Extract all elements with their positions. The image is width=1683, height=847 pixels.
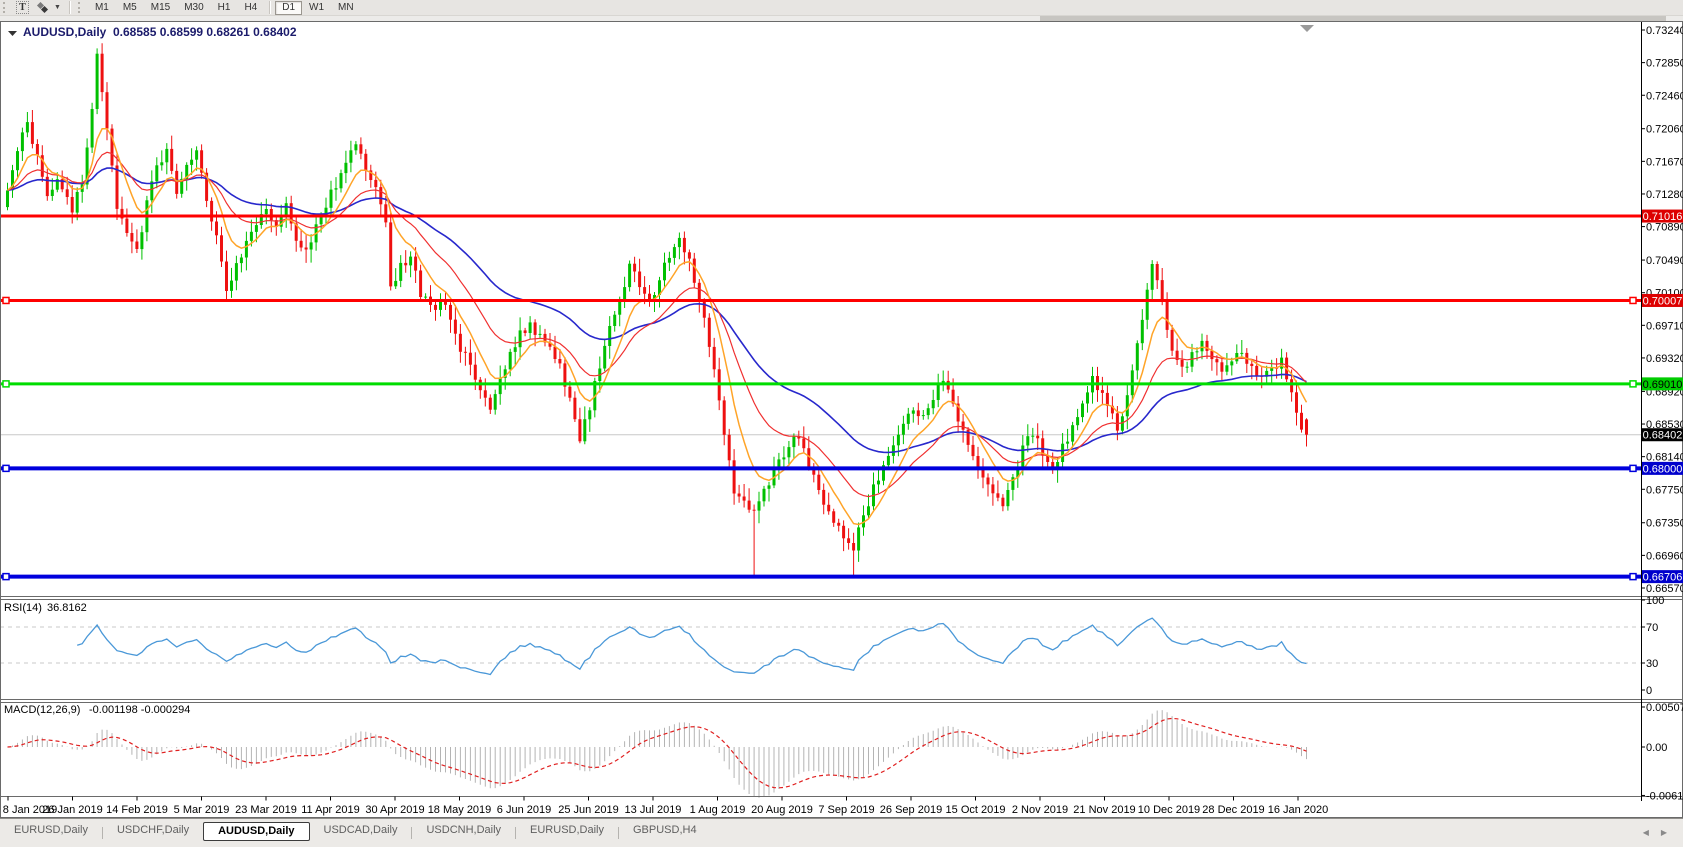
date-axis-label: 2 Nov 2019 bbox=[1012, 804, 1068, 816]
tab-eurusd-daily[interactable]: EURUSD,Daily bbox=[516, 822, 618, 839]
rsi-indicator-label: RSI(14) bbox=[4, 602, 42, 614]
price-axis-label: 0.69710 bbox=[1646, 320, 1683, 332]
chart-tabs: EURUSD,DailyUSDCHF,DailyAUDUSD,DailyUSDC… bbox=[0, 819, 711, 841]
tab-usdcad-daily[interactable]: USDCAD,Daily bbox=[310, 822, 412, 839]
price-axis-label: 0.72850 bbox=[1646, 58, 1683, 70]
price-axis-label: 0.70890 bbox=[1646, 222, 1683, 234]
text-tool-icon: T bbox=[16, 1, 29, 14]
price-axis-label: 0.69320 bbox=[1646, 353, 1683, 365]
macd-indicator-values: -0.001198 -0.000294 bbox=[89, 704, 190, 716]
date-axis-label: 23 Mar 2019 bbox=[235, 804, 297, 816]
date-axis-label: 30 Apr 2019 bbox=[365, 804, 424, 816]
hline-price-tag-text: 0.68000 bbox=[1643, 463, 1683, 475]
hline-price-tag-text: 0.66706 bbox=[1643, 572, 1683, 584]
rsi-axis-label: 0 bbox=[1646, 685, 1652, 697]
toolbar-separator bbox=[269, 1, 270, 14]
macd-axis-label: 0.00 bbox=[1646, 742, 1667, 754]
hline-handle[interactable] bbox=[1630, 465, 1636, 471]
price-axis-label: 0.68140 bbox=[1646, 452, 1683, 464]
text-tool-button[interactable]: T bbox=[13, 1, 32, 15]
price-axis-label: 0.66570 bbox=[1646, 583, 1683, 595]
chart-generated-graphics: 0.73240 0.72850 0.72460 0.72060 0.71670 0.712… bbox=[0, 21, 1683, 818]
hline-price-tag-text: 0.70007 bbox=[1643, 295, 1683, 307]
date-axis-label: 25 Jun 2019 bbox=[558, 804, 619, 816]
price-axis-label: 0.66960 bbox=[1646, 550, 1683, 562]
price-axis-label: 0.72060 bbox=[1646, 124, 1683, 136]
date-axis-label: 20 Aug 2019 bbox=[751, 804, 813, 816]
price-axis-label: 0.72460 bbox=[1646, 90, 1683, 102]
tabs-scroll-right-icon[interactable]: ▶ bbox=[1661, 828, 1667, 837]
hline-price-tag-text: 0.71016 bbox=[1643, 211, 1683, 223]
date-axis-label: 28 Dec 2019 bbox=[1202, 804, 1264, 816]
date-axis-label: 15 Oct 2019 bbox=[946, 804, 1006, 816]
price-axis-label: 0.67750 bbox=[1646, 484, 1683, 496]
date-axis-label: 1 Aug 2019 bbox=[690, 804, 746, 816]
arrows-tool-icon bbox=[35, 2, 50, 14]
timeframe-button-w1[interactable]: W1 bbox=[302, 1, 331, 15]
rsi-axis-label: 100 bbox=[1646, 595, 1664, 607]
tabs-scroll-left-icon[interactable]: ◀ bbox=[1643, 828, 1649, 837]
timeframe-button-h4[interactable]: H4 bbox=[237, 1, 264, 15]
timeframe-button-m15[interactable]: M15 bbox=[144, 1, 177, 15]
dropdown-arrow-icon: ▼ bbox=[54, 4, 61, 11]
toolbar-grip[interactable] bbox=[78, 2, 84, 13]
hline-handle[interactable] bbox=[3, 381, 9, 387]
price-axis-label: 0.67350 bbox=[1646, 518, 1683, 530]
price-axis-label: 0.71280 bbox=[1646, 189, 1683, 201]
tab-usdcnh-daily[interactable]: USDCNH,Daily bbox=[412, 822, 515, 839]
date-axis-label: 6 Jun 2019 bbox=[497, 804, 551, 816]
hline-handle[interactable] bbox=[1630, 297, 1636, 303]
date-axis-label: 13 Jul 2019 bbox=[625, 804, 682, 816]
date-axis-label: 16 Jan 2020 bbox=[1268, 804, 1329, 816]
toolbar-separator bbox=[69, 1, 70, 14]
date-axis-label: 5 Mar 2019 bbox=[174, 804, 230, 816]
timeframe-button-m5[interactable]: M5 bbox=[116, 1, 144, 15]
tab-usdchf-daily[interactable]: USDCHF,Daily bbox=[103, 822, 203, 839]
chart-background bbox=[0, 21, 1683, 818]
hline-handle[interactable] bbox=[3, 297, 9, 303]
timeframe-button-m30[interactable]: M30 bbox=[177, 1, 210, 15]
chart-symbol-title: AUDUSD,Daily bbox=[23, 25, 107, 39]
chart-ohlc-values: 0.68585 0.68599 0.68261 0.68402 bbox=[113, 25, 297, 39]
tab-gbpusd-h4[interactable]: GBPUSD,H4 bbox=[619, 822, 711, 839]
date-axis-label: 11 Apr 2019 bbox=[301, 804, 360, 816]
arrows-tool-button[interactable]: ▼ bbox=[32, 1, 64, 15]
macd-axis-label: -0.006148 bbox=[1646, 790, 1683, 802]
hline-price-tag-text: 0.69010 bbox=[1643, 379, 1683, 391]
timeframe-button-h1[interactable]: H1 bbox=[211, 1, 238, 15]
date-axis-label: 26 Sep 2019 bbox=[880, 804, 942, 816]
tab-audusd-daily[interactable]: AUDUSD,Daily bbox=[203, 822, 309, 841]
date-axis-label: 10 Dec 2019 bbox=[1138, 804, 1200, 816]
macd-indicator-label: MACD(12,26,9) bbox=[4, 704, 80, 716]
tab-eurusd-daily[interactable]: EURUSD,Daily bbox=[0, 822, 102, 839]
date-axis-label: 14 Feb 2019 bbox=[106, 804, 168, 816]
chart-tab-bar: EURUSD,DailyUSDCHF,DailyAUDUSD,DailyUSDC… bbox=[0, 818, 1683, 847]
chart-canvas[interactable]: 0.73240 0.72850 0.72460 0.72060 0.71670 0.712… bbox=[0, 21, 1683, 818]
rsi-axis-label: 70 bbox=[1646, 622, 1658, 634]
price-axis-label: 0.70490 bbox=[1646, 255, 1683, 267]
hline-handle[interactable] bbox=[1630, 574, 1636, 580]
timeframe-button-m1[interactable]: M1 bbox=[88, 1, 116, 15]
date-axis-label: 18 May 2019 bbox=[428, 804, 492, 816]
timeframe-toolbar: M1M5M15M30H1H4 D1W1MN bbox=[88, 0, 361, 15]
toolbar-grip[interactable] bbox=[3, 2, 9, 13]
date-axis-label: 7 Sep 2019 bbox=[818, 804, 874, 816]
timeframe-button-d1[interactable]: D1 bbox=[275, 1, 302, 15]
current-price-tag-text: 0.68402 bbox=[1643, 430, 1683, 442]
tab-scroll-controls: ◀ ▶ bbox=[1643, 819, 1683, 837]
main-toolbar: T ▼ M1M5M15M30H1H4 D1W1MN bbox=[0, 0, 1683, 15]
rsi-indicator-value: 36.8162 bbox=[47, 602, 87, 614]
macd-axis-label: 0.005076 bbox=[1646, 702, 1683, 714]
timeframe-button-mn[interactable]: MN bbox=[331, 1, 361, 15]
date-axis-label: 21 Nov 2019 bbox=[1073, 804, 1135, 816]
terminal-window: T ▼ M1M5M15M30H1H4D1W1MN 0.732400.728500… bbox=[0, 0, 1683, 846]
date-axis-label: 26 Jan 2019 bbox=[42, 804, 103, 816]
hline-handle[interactable] bbox=[3, 574, 9, 580]
hline-handle[interactable] bbox=[1630, 381, 1636, 387]
rsi-axis-label: 30 bbox=[1646, 658, 1658, 670]
hline-handle[interactable] bbox=[3, 465, 9, 471]
price-axis-label: 0.71670 bbox=[1646, 156, 1683, 168]
price-axis-label: 0.73240 bbox=[1646, 25, 1683, 37]
